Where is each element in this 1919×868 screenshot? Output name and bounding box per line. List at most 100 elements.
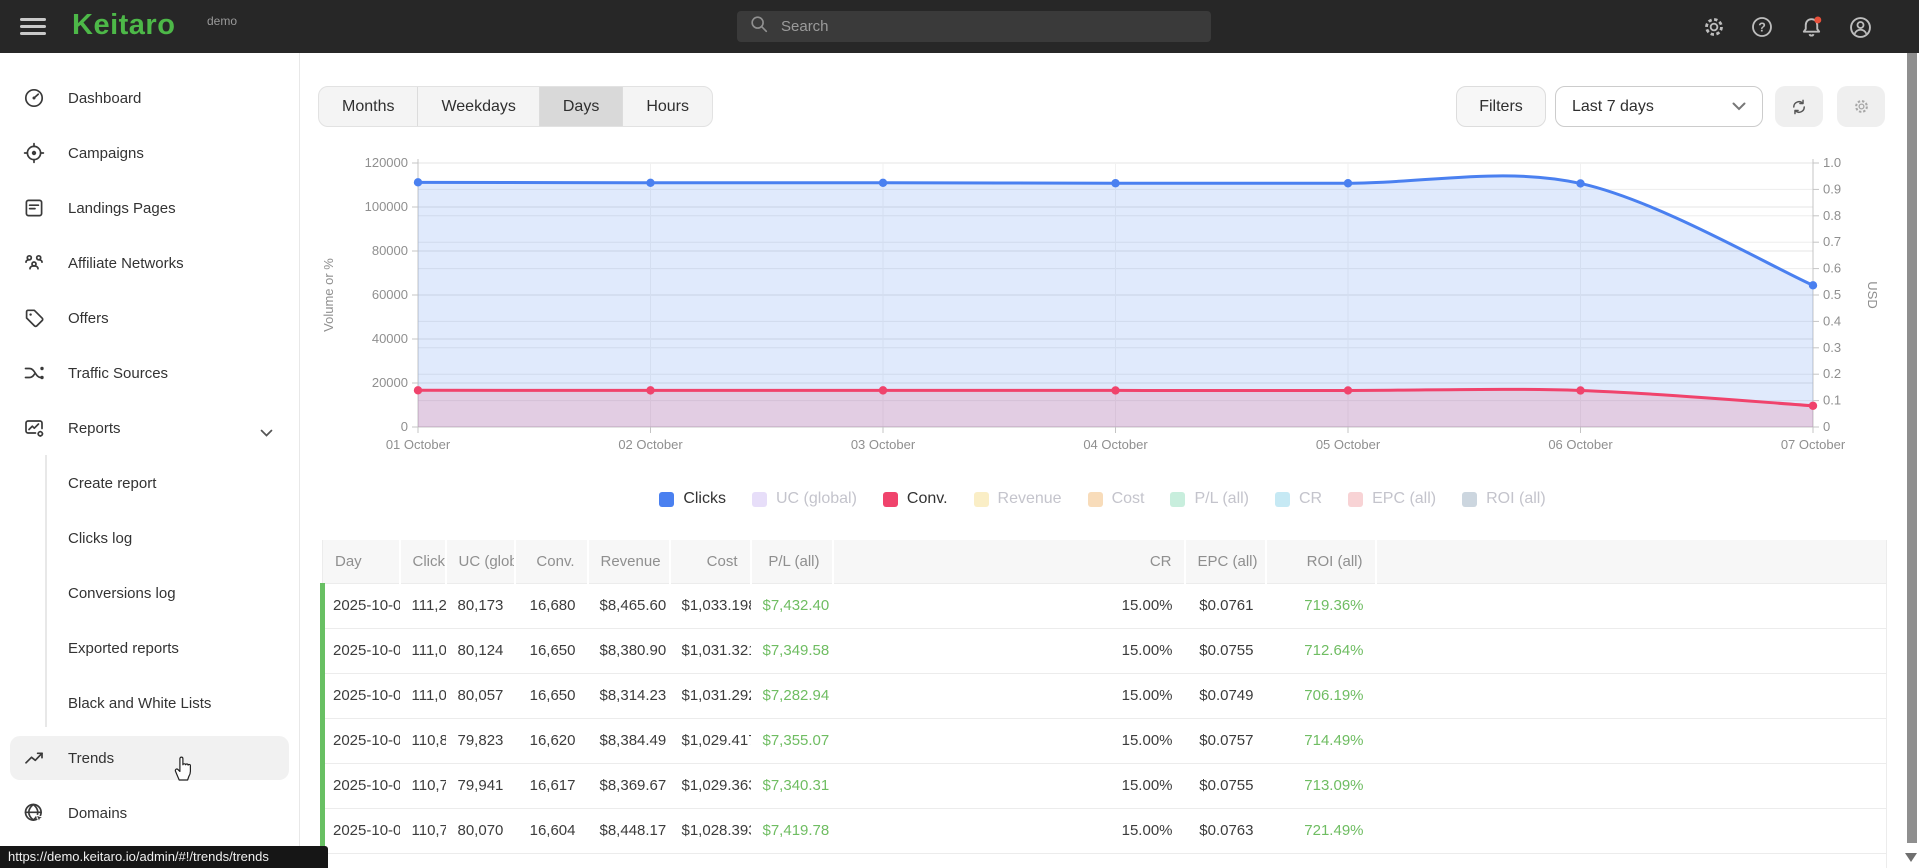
cell: 2025-10-02 bbox=[320, 627, 400, 673]
legend-item-conv[interactable]: Conv. bbox=[882, 490, 948, 508]
legend-item-epc-all[interactable]: EPC (all) bbox=[1348, 490, 1436, 508]
refresh-button[interactable] bbox=[1775, 86, 1823, 127]
search-box[interactable] bbox=[737, 11, 1211, 42]
cell bbox=[1375, 672, 1887, 718]
legend-label: Revenue bbox=[997, 490, 1062, 507]
svg-text:0.2: 0.2 bbox=[1823, 366, 1841, 381]
legend-item-p-l-all[interactable]: P/L (all) bbox=[1170, 490, 1249, 508]
table-row[interactable]: 2025-10-04110,8079,82316,620$8,384.49$1,… bbox=[320, 717, 1887, 763]
sidebar-item-exported-reports[interactable]: Exported reports bbox=[10, 626, 289, 670]
cell: 111,00 bbox=[399, 627, 446, 673]
table-row[interactable]: 2025-10-02111,0080,12416,650$8,380.90$1,… bbox=[320, 627, 1887, 673]
scrollbar-thumb[interactable] bbox=[1907, 53, 1917, 843]
notification-badge bbox=[1813, 15, 1821, 23]
cell: 2025-10-04 bbox=[320, 717, 400, 763]
sidebar-item-clicks-log[interactable]: Clicks log bbox=[10, 516, 289, 560]
scrollbar-down-arrow[interactable] bbox=[1905, 853, 1917, 862]
gear-icon bbox=[1854, 100, 1868, 113]
gear-icon bbox=[1705, 18, 1723, 36]
cell: 706.19% bbox=[1265, 672, 1376, 718]
legend-item-clicks[interactable]: Clicks bbox=[659, 490, 726, 508]
tab-days[interactable]: Days bbox=[539, 87, 624, 126]
cell: $7,432.40 bbox=[750, 582, 833, 628]
legend-item-roi-all[interactable]: ROI (all) bbox=[1462, 490, 1546, 508]
filters-button[interactable]: Filters bbox=[1456, 86, 1546, 127]
cell: 15.00% bbox=[832, 762, 1185, 808]
sidebar-item-label: Trends bbox=[68, 749, 115, 767]
cell: $0.0749 bbox=[1184, 672, 1266, 718]
legend-item-cr[interactable]: CR bbox=[1275, 490, 1322, 508]
cell: $1,029.3633 bbox=[669, 762, 751, 808]
sidebar-item-dashboard[interactable]: Dashboard bbox=[10, 76, 289, 120]
svg-text:0.4: 0.4 bbox=[1823, 313, 1841, 328]
sidebar-item-affiliate-networks[interactable]: Affiliate Networks bbox=[10, 241, 289, 285]
date-range-select[interactable]: Last 7 days bbox=[1555, 86, 1763, 127]
account-button[interactable] bbox=[1846, 13, 1874, 41]
sidebar-item-black-and-white-lists[interactable]: Black and White Lists bbox=[10, 681, 289, 725]
cell: $7,419.78 bbox=[750, 807, 833, 853]
legend-item-cost[interactable]: Cost bbox=[1087, 490, 1144, 508]
tab-months[interactable]: Months bbox=[319, 87, 419, 126]
table-row[interactable]: 2025-10-05110,7979,94116,617$8,369.67$1,… bbox=[320, 762, 1887, 808]
sidebar-item-label: Black and White Lists bbox=[68, 694, 212, 712]
table-row[interactable]: 2025-10-0764,4044,4579,648$4,888.04$527.… bbox=[320, 852, 1887, 868]
help-button[interactable]: ? bbox=[1748, 13, 1776, 41]
search-input[interactable] bbox=[779, 17, 1179, 36]
tab-weekdays[interactable]: Weekdays bbox=[418, 87, 540, 126]
svg-text:04 October: 04 October bbox=[1083, 437, 1148, 452]
help-icon: ? bbox=[1752, 17, 1772, 37]
cell bbox=[1375, 717, 1887, 763]
svg-text:01 October: 01 October bbox=[386, 437, 451, 452]
main-content: Months Weekdays Days Hours Filters Last 7 d… bbox=[300, 53, 1919, 868]
notifications-button[interactable] bbox=[1797, 13, 1825, 41]
keitaro-logo[interactable]: Keitaro bbox=[72, 9, 175, 42]
cell: $1,028.3930 bbox=[669, 807, 751, 853]
sidebar-item-reports[interactable]: Reports bbox=[10, 406, 289, 450]
legend-item-uc-global[interactable]: UC (global) bbox=[751, 490, 857, 508]
cell: 80,173 bbox=[445, 582, 515, 628]
cell: $0.0763 bbox=[1184, 807, 1266, 853]
column-header-epc-all: EPC (all) bbox=[1184, 540, 1267, 583]
cell: 721.49% bbox=[1265, 807, 1376, 853]
cell: 16,680 bbox=[514, 582, 588, 628]
sidebar-item-conversions-log[interactable]: Conversions log bbox=[10, 571, 289, 615]
sidebar-item-campaigns[interactable]: Campaigns bbox=[10, 131, 289, 175]
table-row[interactable]: 2025-10-01111,2180,17316,680$8,465.60$1,… bbox=[320, 582, 1887, 628]
cell: 64,40 bbox=[399, 852, 446, 868]
column-header-filler bbox=[1375, 540, 1887, 583]
sidebar-item-create-report[interactable]: Create report bbox=[10, 461, 289, 505]
sidebar-item-landings-pages[interactable]: Landings Pages bbox=[10, 186, 289, 230]
cell: 15.00% bbox=[832, 717, 1185, 763]
table-row[interactable]: 2025-10-03111,0080,05716,650$8,314.23$1,… bbox=[320, 672, 1887, 718]
svg-text:0.7: 0.7 bbox=[1823, 234, 1841, 249]
trends-icon bbox=[23, 747, 45, 769]
svg-text:100000: 100000 bbox=[365, 199, 408, 214]
sidebar-item-offers[interactable]: Offers bbox=[10, 296, 289, 340]
legend-label: CR bbox=[1299, 490, 1323, 507]
table-row[interactable]: 2025-10-06110,7080,07016,604$8,448.17$1,… bbox=[320, 807, 1887, 853]
cell bbox=[1375, 807, 1887, 853]
legend-item-revenue[interactable]: Revenue bbox=[973, 490, 1062, 508]
cell: 80,070 bbox=[445, 807, 515, 853]
chart-legend: Clicks UC (global) Conv. Revenue Cost P/L (al… bbox=[300, 490, 1905, 508]
legend-label: ROI (all) bbox=[1486, 490, 1546, 507]
hamburger-menu-button[interactable] bbox=[20, 14, 48, 38]
tab-hours[interactable]: Hours bbox=[623, 87, 712, 126]
svg-text:80000: 80000 bbox=[372, 243, 408, 258]
cell: 713.09% bbox=[1265, 762, 1376, 808]
svg-text:Volume or %: Volume or % bbox=[321, 258, 336, 332]
legend-swatch bbox=[751, 491, 767, 507]
sidebar-item-domains[interactable]: Domains bbox=[10, 791, 289, 835]
sidebar-item-label: Traffic Sources bbox=[68, 364, 169, 382]
sidebar-item-traffic-sources[interactable]: Traffic Sources bbox=[10, 351, 289, 395]
cell: 2025-10-05 bbox=[320, 762, 400, 808]
cell bbox=[1375, 582, 1887, 628]
svg-text:03 October: 03 October bbox=[851, 437, 916, 452]
svg-text:07 October: 07 October bbox=[1781, 437, 1846, 452]
cell: $7,355.07 bbox=[750, 717, 833, 763]
svg-text:02 October: 02 October bbox=[618, 437, 683, 452]
sidebar-item-trends[interactable]: Trends bbox=[10, 736, 289, 780]
chart-settings-button[interactable] bbox=[1837, 86, 1885, 127]
settings-button[interactable] bbox=[1700, 13, 1728, 41]
legend-label: Clicks bbox=[683, 490, 726, 507]
